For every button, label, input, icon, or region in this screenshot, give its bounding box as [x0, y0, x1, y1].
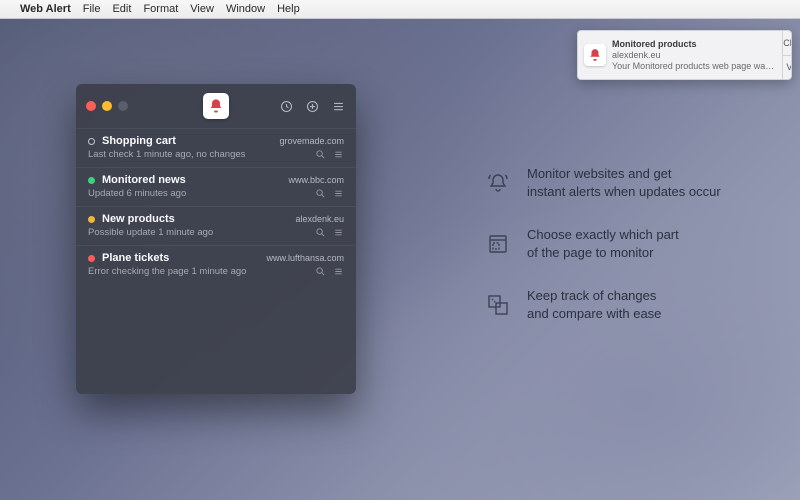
crop-icon	[485, 231, 511, 257]
options-icon[interactable]	[333, 188, 344, 199]
feature-item: Keep track of changes and compare with e…	[485, 287, 721, 322]
traffic-lights	[86, 101, 128, 111]
menu-icon[interactable]	[330, 98, 346, 114]
list-item[interactable]: New products alexdenk.eu Possible update…	[76, 206, 356, 245]
item-status: Possible update 1 minute ago	[88, 227, 213, 238]
feature-item: Monitor websites and get instant alerts …	[485, 165, 721, 200]
feature-item: Choose exactly which part of the page to…	[485, 226, 721, 261]
menu-view[interactable]: View	[190, 3, 214, 15]
window-close-button[interactable]	[86, 101, 96, 111]
item-name: New products	[102, 213, 175, 225]
desktop: Web Alert File Edit Format View Window H…	[0, 0, 800, 500]
notification-visit-button[interactable]: Visit	[783, 56, 792, 80]
item-name: Plane tickets	[102, 252, 169, 264]
status-dot-yellow-icon	[88, 216, 95, 223]
item-status: Updated 6 minutes ago	[88, 188, 186, 199]
notification-subtitle: alexdenk.eu	[612, 50, 774, 60]
menubar-app-name[interactable]: Web Alert	[20, 3, 71, 15]
add-icon[interactable]	[304, 98, 320, 114]
item-domain: grovemade.com	[279, 136, 344, 146]
macos-menubar: Web Alert File Edit Format View Window H…	[0, 0, 800, 19]
window-titlebar[interactable]	[76, 84, 356, 128]
item-name: Monitored news	[102, 174, 186, 186]
item-name: Shopping cart	[102, 135, 176, 147]
item-status: Error checking the page 1 minute ago	[88, 266, 246, 277]
window-zoom-button[interactable]	[118, 101, 128, 111]
list-item[interactable]: Monitored news www.bbc.com Updated 6 min…	[76, 167, 356, 206]
menu-window[interactable]: Window	[226, 3, 265, 15]
item-domain: alexdenk.eu	[295, 214, 344, 224]
feature-text-line: Monitor websites and get	[527, 165, 721, 183]
menu-format[interactable]: Format	[143, 3, 178, 15]
bell-icon	[485, 170, 511, 196]
notification-title: Monitored products	[612, 39, 774, 49]
feature-text-line: of the page to monitor	[527, 244, 679, 262]
list-item[interactable]: Plane tickets www.lufthansa.com Error ch…	[76, 245, 356, 284]
search-icon[interactable]	[315, 188, 326, 199]
status-dot-neutral-icon	[88, 138, 95, 145]
search-icon[interactable]	[315, 149, 326, 160]
notification-message: Your Monitored products web page wa…	[612, 61, 774, 71]
search-icon[interactable]	[315, 266, 326, 277]
notification-close-button[interactable]: Close	[783, 31, 792, 56]
list-item[interactable]: Shopping cart grovemade.com Last check 1…	[76, 128, 356, 167]
item-domain: www.bbc.com	[288, 175, 344, 185]
options-icon[interactable]	[333, 227, 344, 238]
feature-text-line: Choose exactly which part	[527, 226, 679, 244]
status-dot-red-icon	[88, 255, 95, 262]
menu-edit[interactable]: Edit	[112, 3, 131, 15]
recents-icon[interactable]	[278, 98, 294, 114]
window-minimize-button[interactable]	[102, 101, 112, 111]
item-status: Last check 1 minute ago, no changes	[88, 149, 245, 160]
notification-app-icon	[584, 44, 606, 66]
search-icon[interactable]	[315, 227, 326, 238]
item-domain: www.lufthansa.com	[266, 253, 344, 263]
notification-banner[interactable]: Monitored products alexdenk.eu Your Moni…	[577, 30, 792, 80]
feature-list: Monitor websites and get instant alerts …	[485, 165, 721, 322]
options-icon[interactable]	[333, 149, 344, 160]
feature-text-line: Keep track of changes	[527, 287, 661, 305]
app-window: Shopping cart grovemade.com Last check 1…	[76, 84, 356, 394]
feature-text-line: instant alerts when updates occur	[527, 183, 721, 201]
feature-text-line: and compare with ease	[527, 305, 661, 323]
app-logo-icon	[203, 93, 229, 119]
notification-body[interactable]: Monitored products alexdenk.eu Your Moni…	[578, 31, 782, 79]
compare-icon	[485, 292, 511, 318]
options-icon[interactable]	[333, 266, 344, 277]
notification-actions: Close Visit	[782, 31, 792, 79]
status-dot-green-icon	[88, 177, 95, 184]
menu-help[interactable]: Help	[277, 3, 300, 15]
monitored-list: Shopping cart grovemade.com Last check 1…	[76, 128, 356, 394]
menu-file[interactable]: File	[83, 3, 101, 15]
